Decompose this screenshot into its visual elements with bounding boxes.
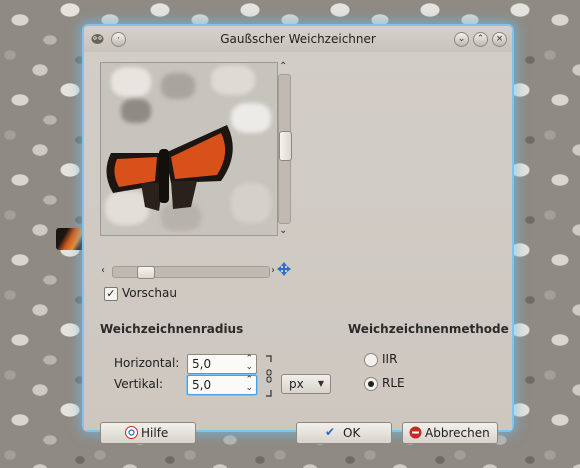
ok-button[interactable]: ✔ OK (296, 422, 392, 444)
butterfly-image-fragment (56, 228, 84, 250)
navigate-icon[interactable] (277, 262, 291, 276)
help-button[interactable]: Hilfe (100, 422, 196, 444)
horizontal-scroll-thumb[interactable] (137, 266, 155, 279)
preview-image[interactable] (100, 62, 278, 236)
preview-vertical-scrollbar[interactable]: ⌃ ⌄ (277, 62, 292, 246)
iir-radio[interactable] (364, 353, 378, 367)
horizontal-spin-arrows-icon[interactable]: ⌃ ⌄ (245, 355, 253, 372)
blur-radius-heading: Weichzeichnenradius (100, 322, 244, 336)
window-title: Gaußscher Weichzeichner (220, 32, 376, 46)
scroll-left-icon[interactable]: ‹ (101, 266, 105, 276)
scroll-up-icon[interactable]: ⌃ (279, 62, 287, 72)
chain-link-icon[interactable] (265, 354, 273, 398)
maximize-icon[interactable]: ⌃ (473, 32, 488, 47)
preview-horizontal-scrollbar[interactable]: ‹ › (100, 264, 290, 279)
vertical-radius-input[interactable]: 5,0 ⌃ ⌄ (187, 375, 257, 395)
blur-method-heading: Weichzeichnenmethode (348, 322, 509, 336)
vertical-scroll-thumb[interactable] (279, 131, 292, 161)
gaussian-blur-dialog: · Gaußscher Weichzeichner ⌄ ⌃ × ⌃ ⌄ ‹ › … (84, 26, 512, 444)
vertical-spin-arrows-icon[interactable]: ⌃ ⌄ (245, 376, 253, 393)
lifebuoy-icon (125, 426, 138, 439)
butterfly-photo (106, 125, 233, 211)
checkmark-icon: ✔ (325, 425, 336, 439)
cancel-icon (409, 426, 422, 439)
scroll-down-icon[interactable]: ⌄ (279, 226, 287, 236)
horizontal-radius-input[interactable]: 5,0 ⌃ ⌄ (187, 354, 257, 374)
chevron-down-icon: ▼ (317, 379, 324, 388)
cancel-button[interactable]: Abbrechen (402, 422, 498, 444)
unit-select[interactable]: px ▼ (281, 374, 331, 394)
preview-checkbox-label: Vorschau (122, 286, 177, 300)
horizontal-label: Horizontal: (114, 356, 180, 370)
preview-checkbox[interactable]: ✓ (104, 287, 118, 301)
vertical-label: Vertikal: (114, 377, 164, 391)
title-bar[interactable]: · Gaußscher Weichzeichner ⌄ ⌃ × (84, 26, 512, 52)
rle-radio[interactable] (364, 377, 378, 391)
minimize-icon[interactable]: ⌄ (454, 32, 469, 47)
close-icon[interactable]: × (492, 32, 507, 47)
scroll-right-icon[interactable]: › (271, 266, 275, 276)
